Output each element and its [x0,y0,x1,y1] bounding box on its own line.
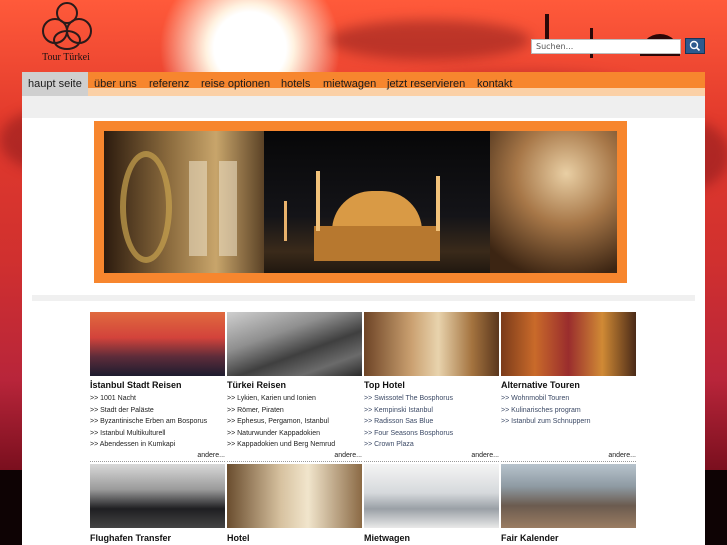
tile-mietwagen: Mietwagen [364,464,499,544]
tile-top-hotel: Top Hotel >> Swissotel The Bosphorus >> … [364,312,499,462]
tile-title[interactable]: İstanbul Stadt Reisen [90,379,225,391]
list-item[interactable]: >> Kappadokien und Berg Nemrud [227,439,362,451]
more-link[interactable]: andere... [90,452,225,462]
hero-image-hagia-sophia [264,131,490,273]
nav-item-kontakt[interactable]: kontakt [477,72,512,96]
list-item[interactable]: >> Römer, Piraten [227,405,362,417]
tile-title[interactable]: Türkei Reisen [227,379,362,391]
content-panel: İstanbul Stadt Reisen >> 1001 Nacht >> S… [22,96,705,545]
list-item[interactable]: >> Kulinarisches program [501,405,636,417]
list-item[interactable]: >> Wohnmobil Touren [501,393,636,405]
tile-flughafen-transfer: Flughafen Transfer [90,464,225,544]
list-item[interactable]: >> Naturwunder Kappadokien [227,428,362,440]
transfer-car-image[interactable] [90,464,225,528]
tile-istanbul-stadt-reisen: İstanbul Stadt Reisen >> 1001 Nacht >> S… [90,312,225,462]
nav-item-jetzt-reservieren[interactable]: jetzt reservieren [387,72,465,96]
tile-title[interactable]: Fair Kalender [501,532,636,544]
list-item[interactable]: >> Ephesus, Pergamon, Istanbul [227,416,362,428]
bazaar-image[interactable] [501,312,636,376]
nav-item-haupt-seite[interactable]: haupt seite [22,72,88,96]
list-item[interactable]: >> Radisson Sas Blue [364,416,499,428]
list-item[interactable]: >> Lykien, Karien und Ionien [227,393,362,405]
nav-item-mietwagen[interactable]: mietwagen [323,72,376,96]
nav-item-hotels[interactable]: hotels [281,72,310,96]
site-logo[interactable]: Tour Türkei [26,2,106,66]
list-item[interactable]: >> 1001 Nacht [90,393,225,405]
hero-banner [94,121,627,283]
list-item[interactable]: >> Crown Plaza [364,439,499,451]
list-item[interactable]: >> Swissotel The Bosphorus [364,393,499,405]
hotel-image[interactable] [227,464,362,528]
tile-title[interactable]: Flughafen Transfer [90,532,225,544]
more-link[interactable]: andere... [501,452,636,462]
istanbul-tower-image[interactable] [90,312,225,376]
more-link[interactable]: andere... [364,452,499,462]
section-divider [32,295,695,301]
tile-title[interactable]: Mietwagen [364,532,499,544]
main-nav: haupt seite über uns referenz reise opti… [22,72,705,96]
hero-image-dome-interior [490,131,617,273]
tile-alternative-touren: Alternative Touren >> Wohnmobil Touren >… [501,312,636,462]
search-input[interactable]: Suchen... [531,39,681,54]
more-link[interactable]: andere... [227,452,362,462]
subnav-strip [22,96,705,118]
tile-hotel: Hotel [227,464,362,544]
monastery-image[interactable] [227,312,362,376]
tile-tuerkei-reisen: Türkei Reisen >> Lykien, Karien und Ioni… [227,312,362,462]
list-item[interactable]: >> Four Seasons Bosphorus [364,428,499,440]
search-icon [689,40,701,52]
list-item[interactable]: >> Abendessen in Kumkapi [90,439,225,451]
hero-image-calligraphy [104,131,264,273]
tile-fair-kalender: Fair Kalender [501,464,636,544]
list-item[interactable]: >> Byzantinische Erben am Bosporus [90,416,225,428]
tile-title[interactable]: Alternative Touren [501,379,636,391]
rental-car-image[interactable] [364,464,499,528]
nav-item-ueber-uns[interactable]: über uns [94,72,137,96]
tile-title[interactable]: Top Hotel [364,379,499,391]
tile-title[interactable]: Hotel [227,532,362,544]
list-item[interactable]: >> Istanbul zum Schnuppern [501,416,636,428]
nav-item-reise-optionen[interactable]: reise optionen [201,72,270,96]
city-map-image[interactable] [501,464,636,528]
logo-text: Tour Türkei [42,52,90,63]
hotel-room-image[interactable] [364,312,499,376]
list-item[interactable]: >> Stadt der Paläste [90,405,225,417]
nav-item-referenz[interactable]: referenz [149,72,189,96]
list-item[interactable]: >> Istanbul Multikulturell [90,428,225,440]
search-button[interactable] [685,38,705,54]
list-item[interactable]: >> Kempinski Istanbul [364,405,499,417]
